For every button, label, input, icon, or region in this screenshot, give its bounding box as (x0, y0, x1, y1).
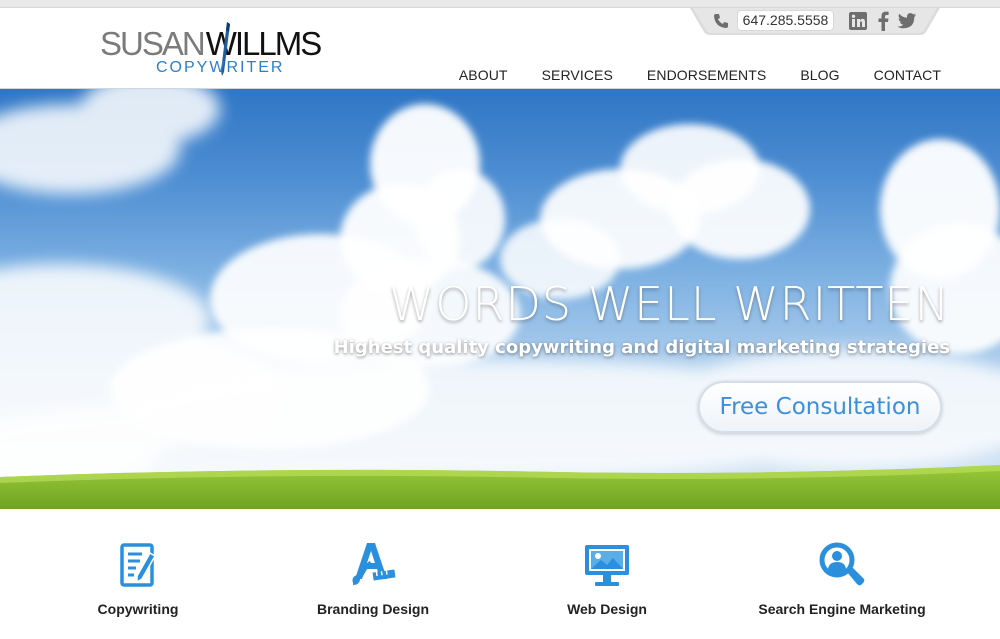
service-web-design[interactable]: Web Design (497, 539, 717, 629)
twitter-glyph (897, 13, 917, 29)
linkedin-icon[interactable] (848, 11, 868, 31)
twitter-icon[interactable] (897, 11, 917, 31)
facebook-icon[interactable] (873, 11, 893, 31)
logo-name: SUSANWILLMS (100, 25, 322, 62)
service-label: Branding Design (316, 601, 429, 617)
services-row: Copywriting Branding Design Web Design S… (0, 509, 1000, 639)
hero-banner: WORDS WELL WRITTEN Highest quality copyw… (0, 89, 1000, 509)
service-copywriting[interactable]: Copywriting (28, 539, 248, 629)
magnifier-user-icon (819, 542, 865, 586)
hero-title: WORDS WELL WRITTEN (388, 277, 950, 331)
contact-tab: 647.285.5558 (690, 8, 940, 36)
nav-item-blog[interactable]: BLOG (800, 67, 839, 83)
top-strip (0, 0, 1000, 8)
nav-item-about[interactable]: ABOUT (459, 67, 508, 83)
facebook-glyph (878, 11, 889, 31)
nav-item-endorsements[interactable]: ENDORSEMENTS (647, 67, 766, 83)
service-label: Copywriting (97, 601, 179, 617)
linkedin-glyph (849, 12, 867, 30)
service-label: Web Design (567, 601, 647, 617)
logo[interactable]: SUSANWILLMS COPYWRITER (100, 22, 322, 84)
design-tools-icon (352, 543, 396, 585)
phone-number[interactable]: 647.285.5558 (737, 10, 834, 31)
document-pen-icon (120, 543, 157, 587)
logo-tagline: COPYWRITER (156, 59, 285, 76)
logo-first-name: SUSAN (100, 25, 206, 62)
phone-icon (714, 14, 728, 28)
monitor-image-icon (585, 545, 629, 586)
nav-item-services[interactable]: SERVICES (542, 67, 613, 83)
free-consultation-button[interactable]: Free Consultation (698, 381, 942, 433)
main-nav: ABOUT SERVICES ENDORSEMENTS BLOG CONTACT (425, 67, 941, 83)
hero-subtitle: Highest quality copywriting and digital … (333, 337, 950, 358)
service-search-engine-marketing[interactable]: Search Engine Marketing (732, 539, 952, 629)
service-branding-design[interactable]: Branding Design (263, 539, 483, 629)
nav-item-contact[interactable]: CONTACT (874, 67, 941, 83)
service-label: Search Engine Marketing (758, 601, 926, 617)
